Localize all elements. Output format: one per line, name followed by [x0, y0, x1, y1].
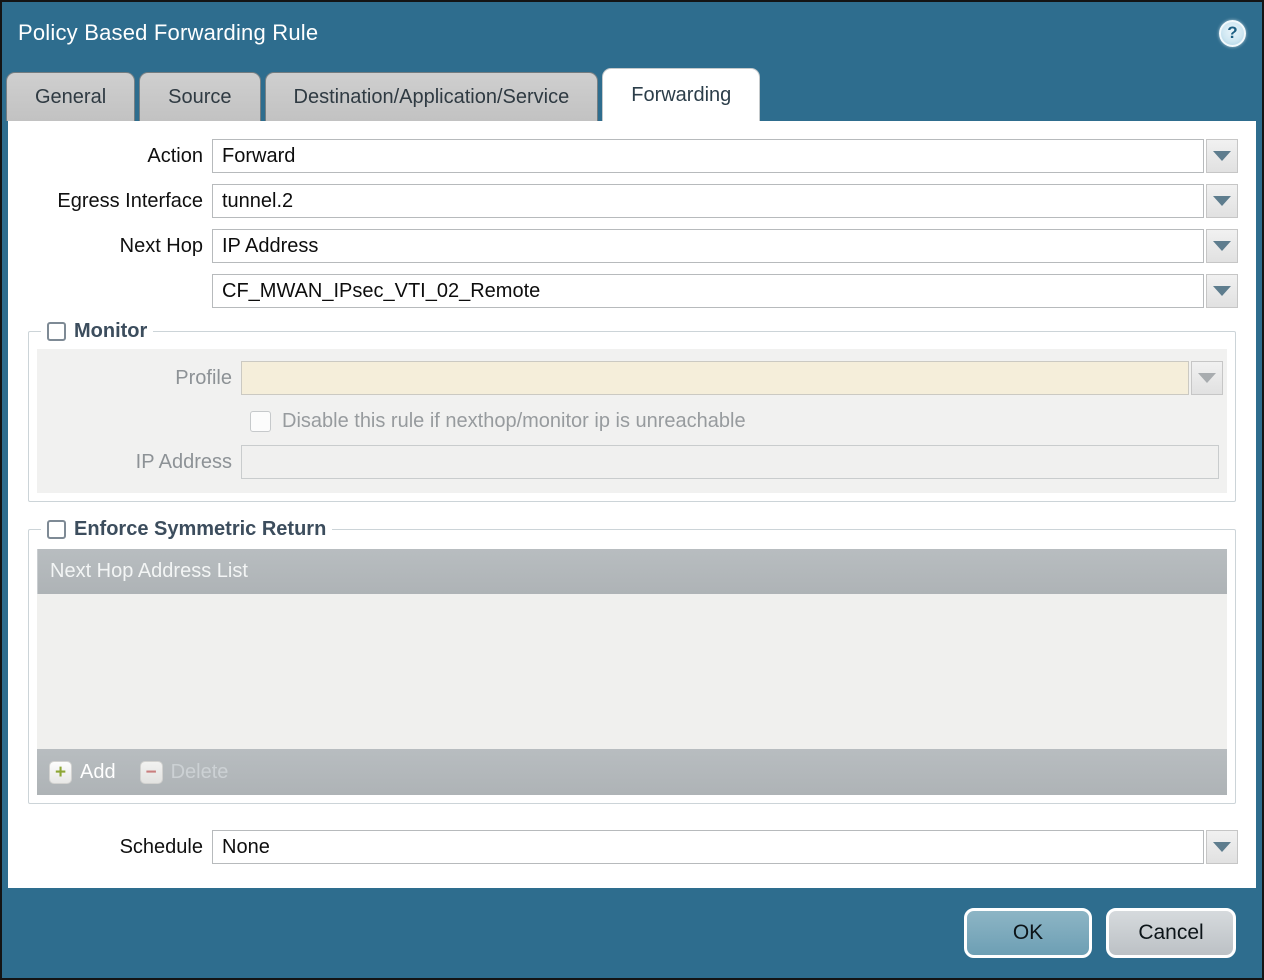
monitor-checkbox[interactable] — [47, 322, 66, 341]
action-input[interactable] — [212, 139, 1204, 173]
chevron-down-icon — [1213, 286, 1231, 296]
enforce-symmetric-return-section: Enforce Symmetric Return Next Hop Addres… — [28, 518, 1236, 804]
monitor-legend-label: Monitor — [74, 320, 147, 343]
profile-label: Profile — [37, 367, 241, 390]
disable-rule-row: Disable this rule if nexthop/monitor ip … — [250, 410, 1223, 433]
plus-icon: + — [49, 761, 72, 784]
delete-button-label: Delete — [171, 761, 229, 784]
chevron-down-icon — [1213, 842, 1231, 852]
monitor-ip-label: IP Address — [37, 451, 241, 474]
next-hop-address-input[interactable] — [212, 274, 1204, 308]
table-toolbar: + Add − Delete — [37, 749, 1227, 795]
next-hop-type-input[interactable] — [212, 229, 1204, 263]
next-hop-label: Next Hop — [8, 235, 212, 258]
next-hop-address-dropdown-button[interactable] — [1206, 274, 1238, 308]
egress-interface-dropdown-button[interactable] — [1206, 184, 1238, 218]
monitor-profile-row: Profile — [37, 361, 1223, 395]
egress-interface-label: Egress Interface — [8, 190, 212, 213]
egress-interface-row: Egress Interface — [8, 184, 1238, 218]
chevron-down-icon — [1213, 151, 1231, 161]
monitor-ip-row: IP Address — [37, 445, 1219, 479]
profile-input — [241, 361, 1189, 395]
next-hop-address-table: Next Hop Address List + Add − Delete — [37, 549, 1227, 795]
next-hop-value-row — [8, 274, 1238, 308]
help-icon[interactable]: ? — [1219, 20, 1246, 47]
enforce-symmetric-return-legend: Enforce Symmetric Return — [41, 518, 332, 541]
forwarding-tab-panel: Action Egress Interface Next Hop — [8, 121, 1256, 888]
schedule-row: Schedule — [8, 830, 1238, 864]
schedule-label: Schedule — [8, 836, 212, 859]
policy-based-forwarding-dialog: Policy Based Forwarding Rule ? General S… — [0, 0, 1264, 980]
next-hop-address-list-body[interactable] — [37, 594, 1227, 749]
tab-destination-application-service[interactable]: Destination/Application/Service — [265, 72, 599, 121]
chevron-down-icon — [1213, 196, 1231, 206]
action-dropdown-button[interactable] — [1206, 139, 1238, 173]
monitor-ip-input — [241, 445, 1219, 479]
delete-button: − Delete — [140, 761, 229, 784]
add-button[interactable]: + Add — [49, 761, 116, 784]
action-row: Action — [8, 139, 1238, 173]
action-label: Action — [8, 145, 212, 168]
monitor-section: Monitor Profile Disable this rule if nex… — [28, 320, 1236, 502]
enforce-symmetric-return-label: Enforce Symmetric Return — [74, 518, 326, 541]
next-hop-row: Next Hop — [8, 229, 1238, 263]
tab-forwarding[interactable]: Forwarding — [602, 68, 760, 121]
next-hop-type-dropdown-button[interactable] — [1206, 229, 1238, 263]
chevron-down-icon — [1213, 241, 1231, 251]
minus-icon: − — [140, 761, 163, 784]
chevron-down-icon — [1198, 373, 1216, 383]
cancel-button[interactable]: Cancel — [1106, 908, 1236, 958]
dialog-title: Policy Based Forwarding Rule — [18, 20, 318, 46]
next-hop-address-list-header[interactable]: Next Hop Address List — [37, 549, 1227, 594]
egress-interface-input[interactable] — [212, 184, 1204, 218]
add-button-label: Add — [80, 761, 116, 784]
disable-rule-checkbox — [250, 411, 271, 432]
tab-source[interactable]: Source — [139, 72, 260, 121]
schedule-input[interactable] — [212, 830, 1204, 864]
dialog-footer: OK Cancel — [2, 888, 1262, 978]
dialog-title-bar: Policy Based Forwarding Rule ? — [2, 2, 1262, 64]
ok-button[interactable]: OK — [964, 908, 1092, 958]
monitor-panel: Profile Disable this rule if nexthop/mon… — [37, 349, 1227, 493]
tab-general[interactable]: General — [6, 72, 135, 121]
tab-bar: General Source Destination/Application/S… — [2, 64, 1262, 121]
profile-dropdown-button — [1191, 361, 1223, 395]
schedule-dropdown-button[interactable] — [1206, 830, 1238, 864]
enforce-symmetric-return-checkbox[interactable] — [47, 520, 66, 539]
monitor-legend: Monitor — [41, 320, 153, 343]
disable-rule-label: Disable this rule if nexthop/monitor ip … — [282, 410, 746, 433]
